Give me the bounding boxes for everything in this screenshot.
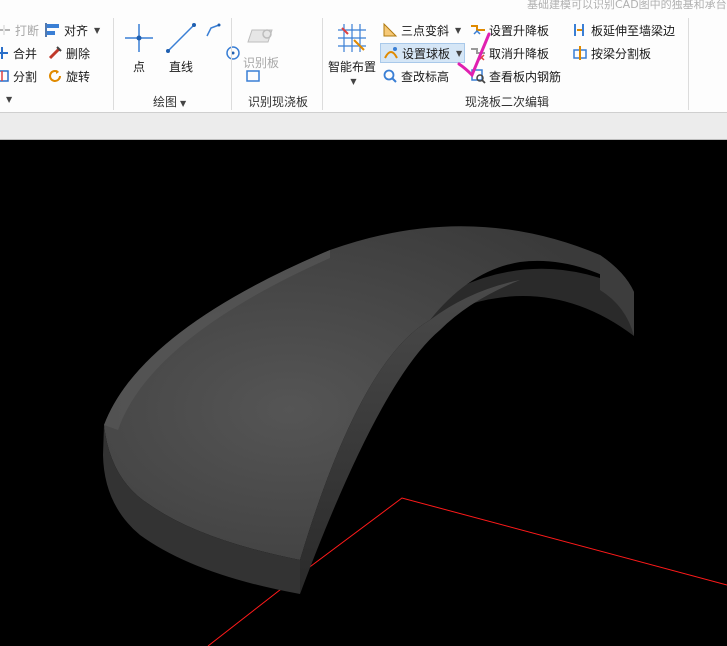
clipped-tip-text: 基础建模可以识别CAD图中的独基和承台 — [527, 0, 727, 11]
modify-elevation-label: 查改标高 — [401, 69, 450, 84]
view-slab-rebar-label: 查看板内钢筋 — [489, 69, 562, 84]
modify-elevation-icon — [382, 68, 398, 84]
delete-label: 删除 — [66, 46, 91, 61]
delete-icon — [47, 45, 63, 61]
rotate-button[interactable]: 旋转 — [47, 66, 90, 86]
draw-group-dropdown-icon[interactable]: ▼ — [180, 99, 186, 108]
modify-elevation-button[interactable]: 查改标高 — [382, 66, 449, 86]
viewport-canvas — [103, 226, 727, 646]
separator — [688, 18, 689, 110]
ribbon-toolbar: 基础建模可以识别CAD图中的独基和承台 打断 合并 分割 对齐 ▼ 删除 旋转 … — [0, 0, 727, 113]
line-label: 直线 — [168, 60, 193, 74]
line-icon — [165, 22, 197, 54]
split-slab-by-beam-label: 按梁分割板 — [591, 46, 652, 61]
smart-place-label: 智能布置 — [328, 60, 377, 74]
extend-slab-icon — [572, 22, 588, 38]
draw-group-label-text: 绘图 — [153, 95, 178, 109]
three-point-slope-icon — [382, 22, 398, 38]
command-bar — [0, 113, 727, 140]
three-point-slope-label: 三点变斜 — [401, 23, 450, 38]
slab-edit-group-label: 现浇板二次编辑 — [465, 95, 550, 109]
three-point-slope-button[interactable]: 三点变斜 ▼ — [382, 20, 461, 40]
recognize-slab-label: 识别板 — [242, 56, 279, 70]
merge-button[interactable]: 合并 — [0, 43, 37, 63]
point-icon — [123, 22, 155, 54]
merge-icon — [0, 45, 10, 61]
polyline-icon[interactable] — [205, 22, 221, 38]
set-sphere-slab-icon — [383, 45, 399, 61]
extend-slab-label: 板延伸至墙梁边 — [591, 23, 676, 38]
point-button[interactable]: 点 — [123, 22, 155, 75]
set-sphere-slab-label: 设置球板 — [402, 46, 451, 61]
break-label: 打断 — [15, 23, 40, 38]
delete-button[interactable]: 删除 — [47, 43, 90, 63]
line-button[interactable]: 直线 — [165, 22, 197, 75]
smart-place-button[interactable]: 智能布置 ▼ — [328, 22, 376, 86]
split-label: 分割 — [13, 69, 38, 84]
cancel-raise-slab-label: 取消升降板 — [489, 46, 550, 61]
merge-label: 合并 — [13, 46, 38, 61]
recognize-slab-button[interactable]: 识别板 — [240, 24, 282, 71]
align-dropdown-icon[interactable]: ▼ — [94, 26, 100, 35]
align-label: 对齐 — [64, 23, 89, 38]
align-button[interactable]: 对齐 ▼ — [45, 20, 100, 40]
checkmark-annotation-icon — [457, 32, 491, 78]
split-slab-by-beam-button[interactable]: 按梁分割板 — [572, 43, 651, 63]
separator — [322, 18, 323, 110]
3d-viewport[interactable] — [0, 141, 727, 646]
separator — [231, 18, 232, 110]
separator — [113, 18, 114, 110]
recognize-group-label: 识别现浇板 — [248, 95, 309, 109]
align-icon — [45, 22, 61, 38]
split-slab-by-beam-icon — [572, 45, 588, 61]
draw-group-label: 绘图 ▼ — [153, 93, 186, 110]
set-sphere-slab-button[interactable]: 设置球板 ▼ — [380, 43, 466, 63]
rotate-icon — [47, 68, 63, 84]
set-raise-slab-label: 设置升降板 — [489, 23, 550, 38]
smart-place-icon — [336, 22, 368, 54]
split-button[interactable]: 分割 — [0, 66, 37, 86]
modify-group-expand-icon[interactable]: ▼ — [6, 95, 12, 104]
split-icon — [0, 68, 10, 84]
break-icon — [0, 22, 12, 38]
rotate-label: 旋转 — [66, 69, 91, 84]
extend-slab-button[interactable]: 板延伸至墙梁边 — [572, 20, 675, 40]
break-button[interactable]: 打断 — [0, 20, 39, 40]
recognize-slab-icon — [246, 24, 276, 50]
point-label: 点 — [132, 60, 145, 74]
smart-place-dropdown-icon[interactable]: ▼ — [350, 77, 356, 86]
circle-icon[interactable] — [225, 45, 241, 61]
